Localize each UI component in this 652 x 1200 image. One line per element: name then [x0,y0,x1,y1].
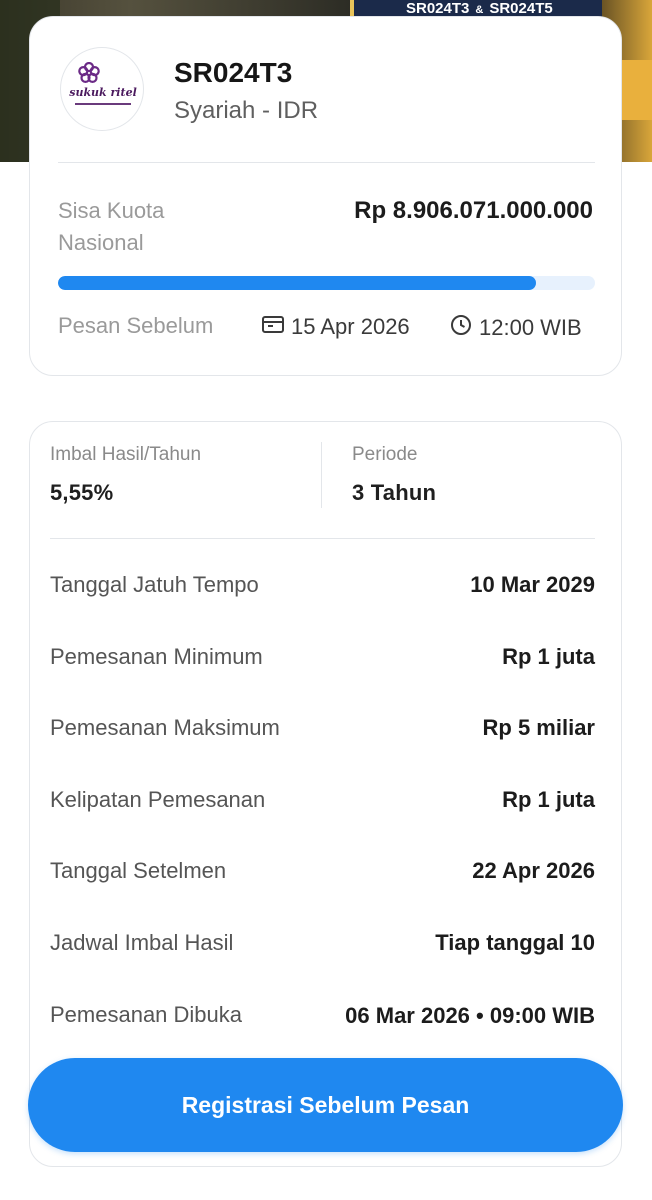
period-value: 3 Tahun [352,480,437,505]
period-label: Periode [352,444,418,465]
detail-value: 22 Apr 2026 [472,858,595,883]
yield-label: Imbal Hasil/Tahun [50,444,202,465]
register-before-order-button[interactable]: Registrasi Sebelum Pesan [28,1058,623,1152]
yield-value: 5,55% [50,480,114,505]
detail-row-order-multiple: Kelipatan Pemesanan Rp 1 juta [50,787,595,827]
deadline-date: 15 Apr 2026 [261,313,410,341]
detail-value: 10 Mar 2029 [470,572,595,597]
banner-series-amp: & [475,4,484,16]
deadline-time-text: 12:00 WIB [479,315,582,340]
detail-label: Pemesanan Minimum [50,644,263,669]
banner-series-right: SR024T5 [489,0,553,17]
detail-value: Rp 5 miliar [482,715,595,740]
detail-label: Pemesanan Dibuka [50,1002,243,1027]
sukuk-ritel-logo: sukuk ritel [60,47,144,131]
product-type: Syariah - IDR [174,97,319,124]
detail-label: Pemesanan Maksimum [50,715,280,740]
yield-stat: Imbal Hasil/Tahun 5,55% [50,444,201,506]
detail-label: Jadwal Imbal Hasil [50,930,234,955]
deadline-label: Pesan Sebelum [58,313,214,338]
calendar-icon [261,313,285,341]
period-stat: Periode 3 Tahun [352,444,436,506]
banner-image-right [620,60,652,120]
detail-row-maturity-date: Tanggal Jatuh Tempo 10 Mar 2029 [50,572,595,612]
product-summary-card: sukuk ritel SR024T3 Syariah - IDR Sisa K… [29,16,622,376]
detail-value: 06 Mar 2026 • 09:00 WIB [345,1003,595,1028]
logo-text: sukuk ritel [69,86,137,99]
detail-label: Tanggal Setelmen [50,858,227,883]
quota-value: Rp 8.906.071.000.000 [354,197,593,224]
detail-row-max-order: Pemesanan Maksimum Rp 5 miliar [50,715,595,755]
stat-divider [321,442,322,508]
detail-row-yield-schedule: Jadwal Imbal Hasil Tiap tanggal 10 [50,930,595,970]
quota-progress-fill [58,276,536,290]
product-details-card: Imbal Hasil/Tahun 5,55% Periode 3 Tahun … [29,421,622,1167]
clock-icon [449,313,473,343]
logo-underline [75,103,131,105]
deadline-time: 12:00 WIB [449,313,582,343]
detail-label: Kelipatan Pemesanan [50,787,266,812]
detail-label: Tanggal Jatuh Tempo [50,572,259,597]
deadline-date-text: 15 Apr 2026 [291,314,410,339]
detail-value: Rp 1 juta [502,787,595,812]
detail-value: Rp 1 juta [502,644,595,669]
product-code: SR024T3 [174,57,293,88]
divider [58,162,595,163]
quota-label: Sisa Kuota Nasional [58,198,165,255]
detail-row-min-order: Pemesanan Minimum Rp 1 juta [50,644,595,684]
divider [50,538,595,539]
quota-progress-bar [58,276,595,290]
banner-series-left: SR024T3 [406,0,470,17]
detail-value: Tiap tanggal 10 [435,930,595,955]
detail-row-settlement-date: Tanggal Setelmen 22 Apr 2026 [50,858,595,898]
